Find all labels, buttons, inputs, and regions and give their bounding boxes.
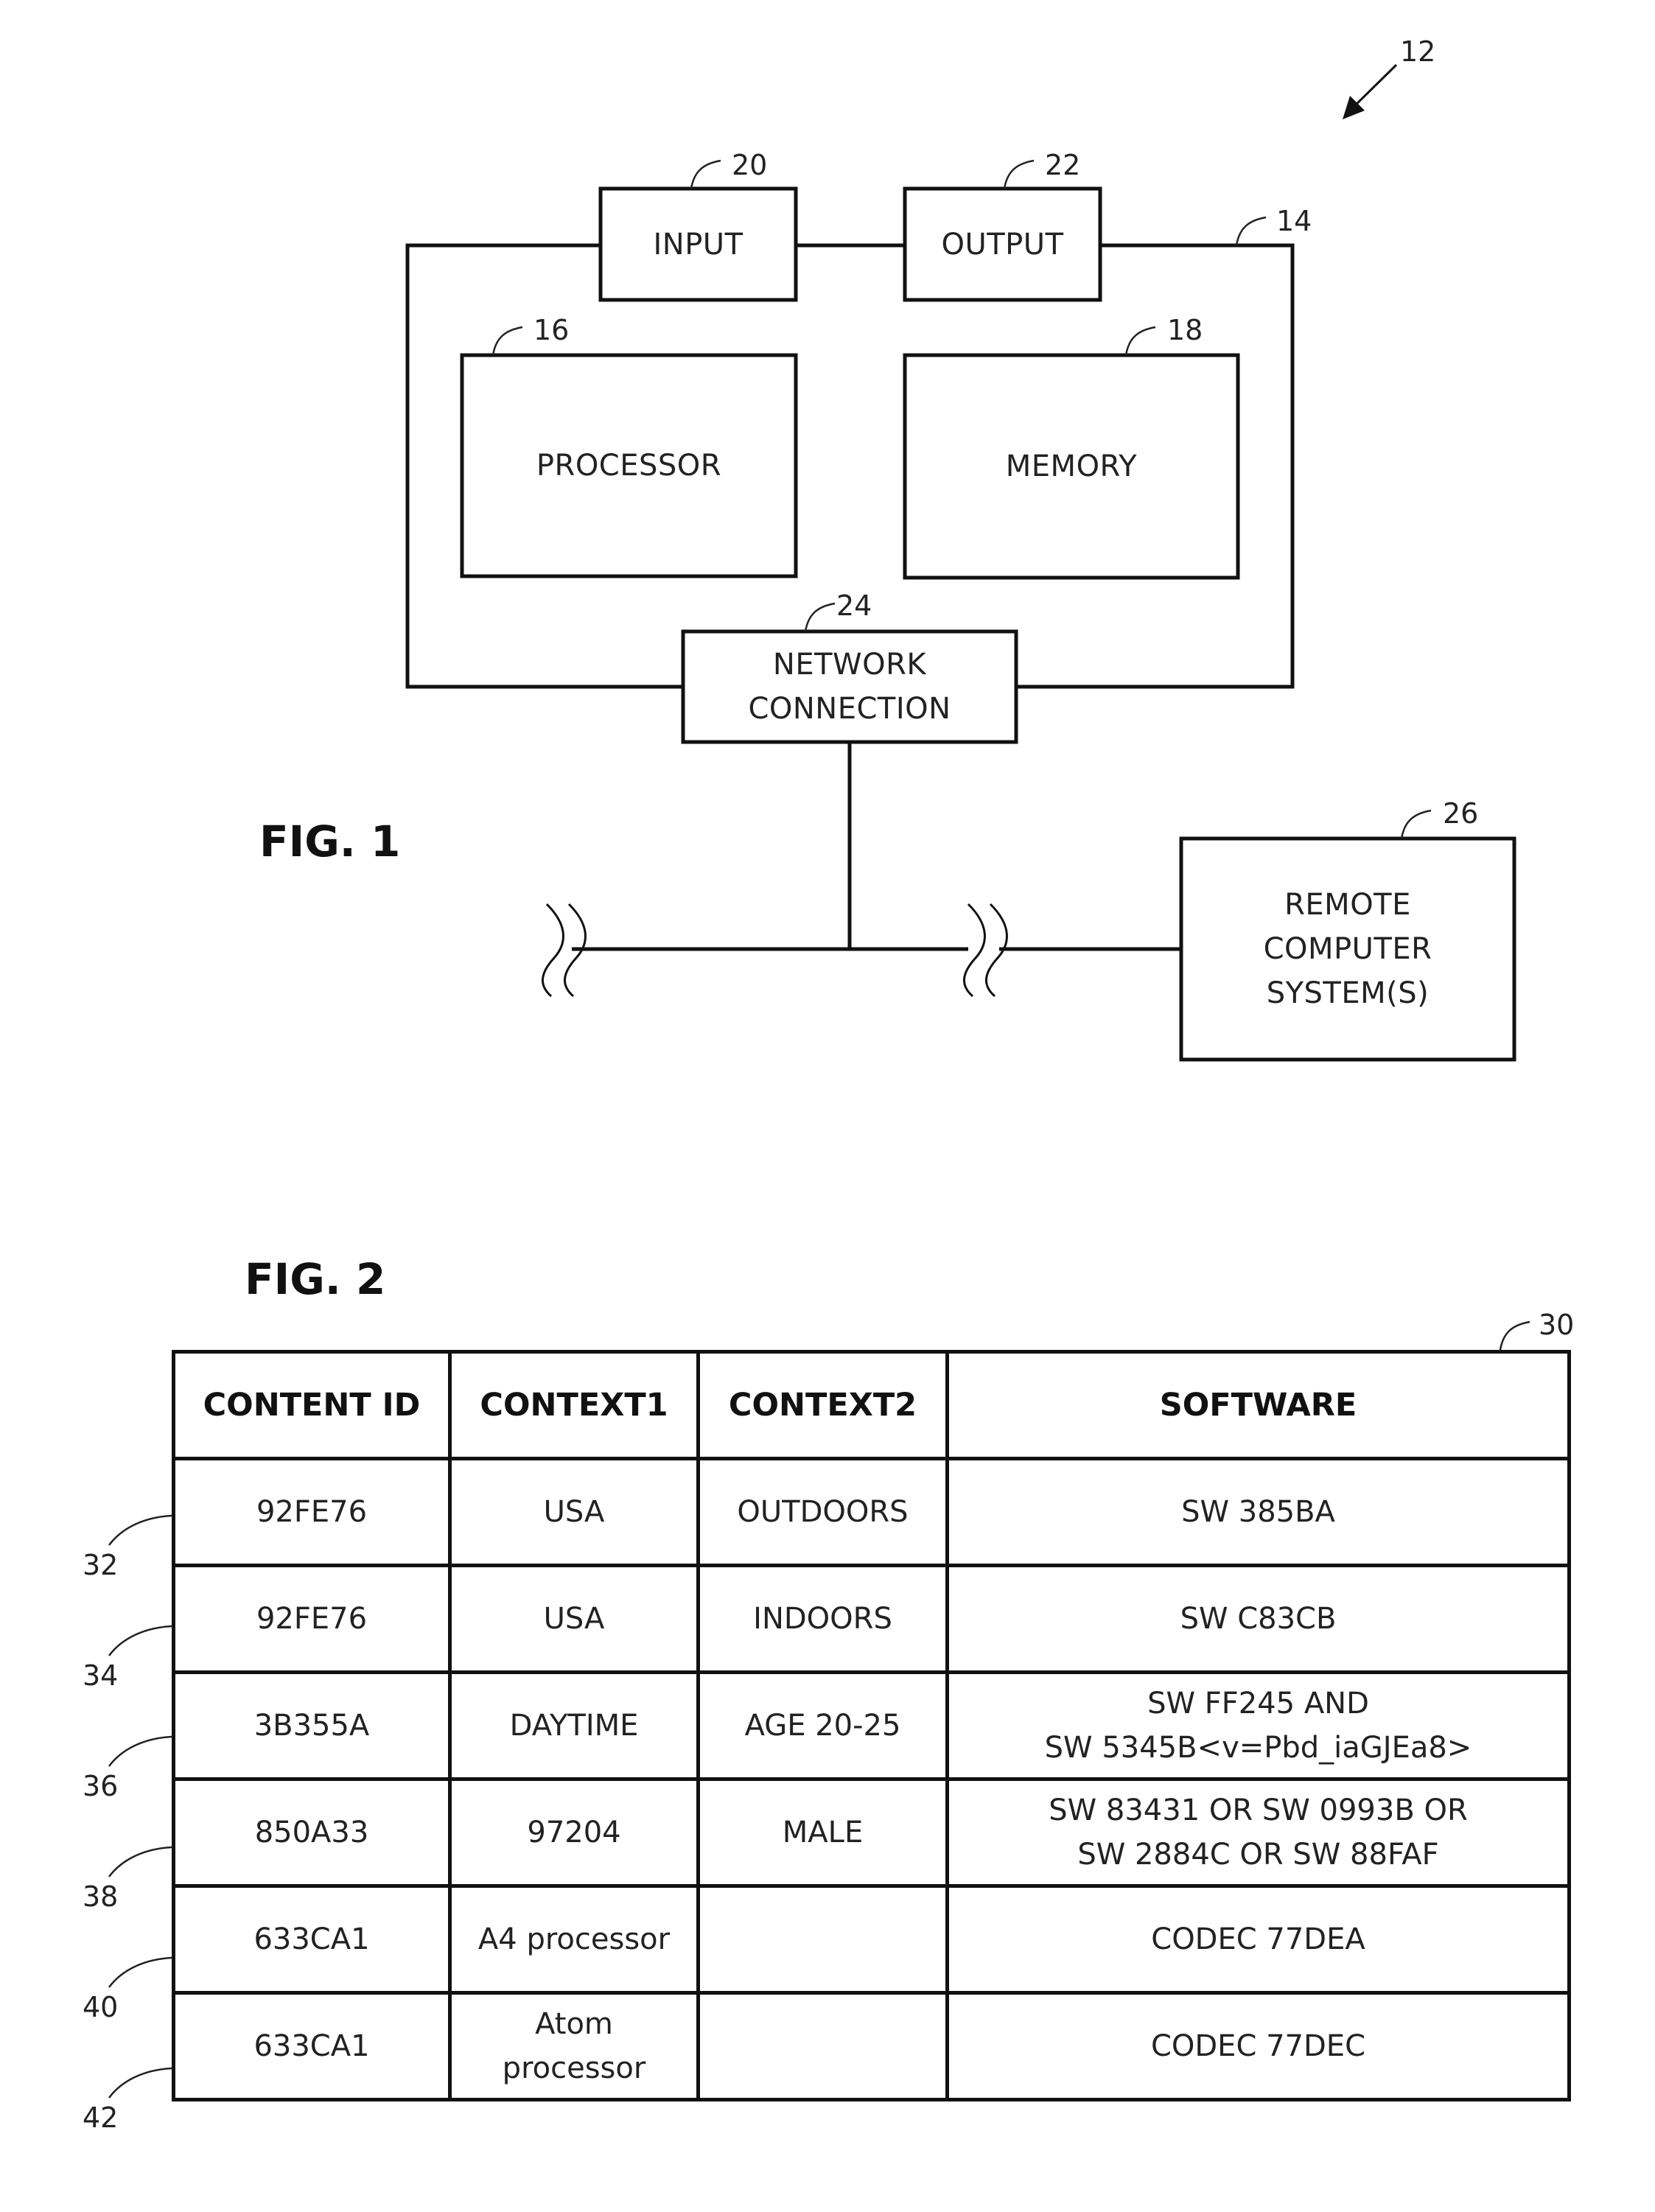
ref-14: 14 (1276, 205, 1312, 237)
cell-context1: 97204 (448, 1777, 700, 1888)
system-reference-arrow-icon (1343, 63, 1398, 119)
ref-16: 16 (533, 314, 570, 346)
header-software: SOFTWARE (945, 1350, 1571, 1460)
cell-context1: Atom processor (448, 1991, 700, 2101)
ref-30: 30 (1539, 1309, 1575, 1341)
memory-block-label: MEMORY (1005, 449, 1138, 483)
table-header-row: CONTENT ID CONTEXT1 CONTEXT2 SOFTWARE (172, 1350, 1571, 1460)
remote-label-line1: REMOTE (1284, 888, 1411, 922)
cell-software: SW FF245 AND SW 5345B<v=Pbd_iaGJEa8> (945, 1670, 1571, 1781)
leader-22 (1003, 159, 1035, 189)
leader-34 (108, 1625, 172, 1656)
network-label-line2: CONNECTION (748, 692, 951, 726)
header-context1: CONTEXT1 (448, 1350, 700, 1460)
leader-20 (690, 159, 721, 189)
cell-context2: OUTDOORS (696, 1457, 949, 1567)
ref-24: 24 (836, 589, 872, 622)
cell-context2 (696, 1991, 949, 2101)
remote-label-line3: SYSTEM(S) (1266, 976, 1430, 1010)
ref-20: 20 (732, 149, 768, 181)
cell-content-id: 633CA1 (172, 1991, 452, 2101)
leader-14 (1235, 216, 1267, 246)
cell-context1: A4 processor (448, 1884, 700, 1995)
leader-16 (491, 326, 523, 356)
leader-42 (108, 2067, 172, 2099)
cell-software: CODEC 77DEA (945, 1884, 1571, 1995)
output-block-label: OUTPUT (941, 227, 1064, 262)
table-row: 92FE76 USA OUTDOORS SW 385BA (172, 1457, 1571, 1567)
row-ref-40: 40 (83, 1991, 119, 2023)
cell-software: CODEC 77DEC (945, 1991, 1571, 2101)
input-block-label: INPUT (653, 227, 743, 262)
row-ref-36: 36 (83, 1770, 119, 1802)
table-body: 92FE76 USA OUTDOORS SW 385BA 92FE76 USA INDOOR… (172, 1457, 1571, 2101)
row-ref-32: 32 (83, 1549, 119, 1581)
cell-context1: USA (448, 1457, 700, 1567)
table-row: 633CA1 A4 processor CODEC 77DEA (172, 1884, 1571, 1995)
content-software-table: CONTENT ID CONTEXT1 CONTEXT2 SOFTWARE 92… (172, 1350, 1571, 2101)
cell-software: SW 385BA (945, 1457, 1571, 1567)
network-connection-label: NETWORK CONNECTION (683, 631, 1016, 742)
cell-content-id: 633CA1 (172, 1884, 452, 1995)
row-ref-34: 34 (83, 1659, 119, 1692)
row-ref-38: 38 (83, 1880, 119, 1913)
leader-30 (1499, 1320, 1530, 1351)
cell-context2: MALE (696, 1777, 949, 1888)
leader-26 (1400, 809, 1432, 839)
leader-36 (108, 1735, 172, 1767)
ref-12: 12 (1400, 35, 1436, 68)
cell-context1: DAYTIME (448, 1670, 700, 1781)
fig2-title: FIG. 2 (245, 1254, 386, 1304)
cell-context2: AGE 20-25 (696, 1670, 949, 1781)
ref-26: 26 (1443, 797, 1479, 830)
processor-block-label: PROCESSOR (536, 449, 722, 483)
ref-18: 18 (1167, 314, 1203, 346)
cell-content-id: 92FE76 (172, 1564, 452, 1674)
cell-context1: USA (448, 1564, 700, 1674)
cell-context2 (696, 1884, 949, 1995)
leader-24 (804, 602, 836, 632)
leader-32 (108, 1514, 172, 1546)
cell-software: SW 83431 OR SW 0993B OR SW 2884C OR SW 8… (945, 1777, 1571, 1888)
header-context2: CONTEXT2 (696, 1350, 949, 1460)
leader-40 (108, 1956, 172, 1988)
cell-content-id: 92FE76 (172, 1457, 452, 1567)
cell-content-id: 3B355A (172, 1670, 452, 1781)
cell-software: SW C83CB (945, 1564, 1571, 1674)
cell-context2: INDOORS (696, 1564, 949, 1674)
table-row: 850A33 97204 MALE SW 83431 OR SW 0993B OR S… (172, 1777, 1571, 1888)
line-break-icon (985, 903, 1008, 998)
leader-18 (1124, 326, 1156, 356)
leader-38 (108, 1846, 172, 1877)
row-ref-42: 42 (83, 2101, 119, 2134)
header-content-id: CONTENT ID (172, 1350, 452, 1460)
remote-label-line2: COMPUTER (1263, 932, 1432, 966)
table-row: 633CA1 Atom processor CODEC 77DEC (172, 1991, 1571, 2101)
line-break-icon (542, 903, 564, 998)
remote-computer-label: REMOTE COMPUTER SYSTEM(S) (1181, 839, 1514, 1060)
cell-content-id: 850A33 (172, 1777, 452, 1888)
table-row: 3B355A DAYTIME AGE 20-25 SW FF245 AND SW 53… (172, 1670, 1571, 1781)
ref-22: 22 (1045, 149, 1081, 181)
table-row: 92FE76 USA INDOORS SW C83CB (172, 1564, 1571, 1674)
network-label-line1: NETWORK (772, 648, 927, 682)
fig1-title: FIG. 1 (259, 816, 401, 867)
